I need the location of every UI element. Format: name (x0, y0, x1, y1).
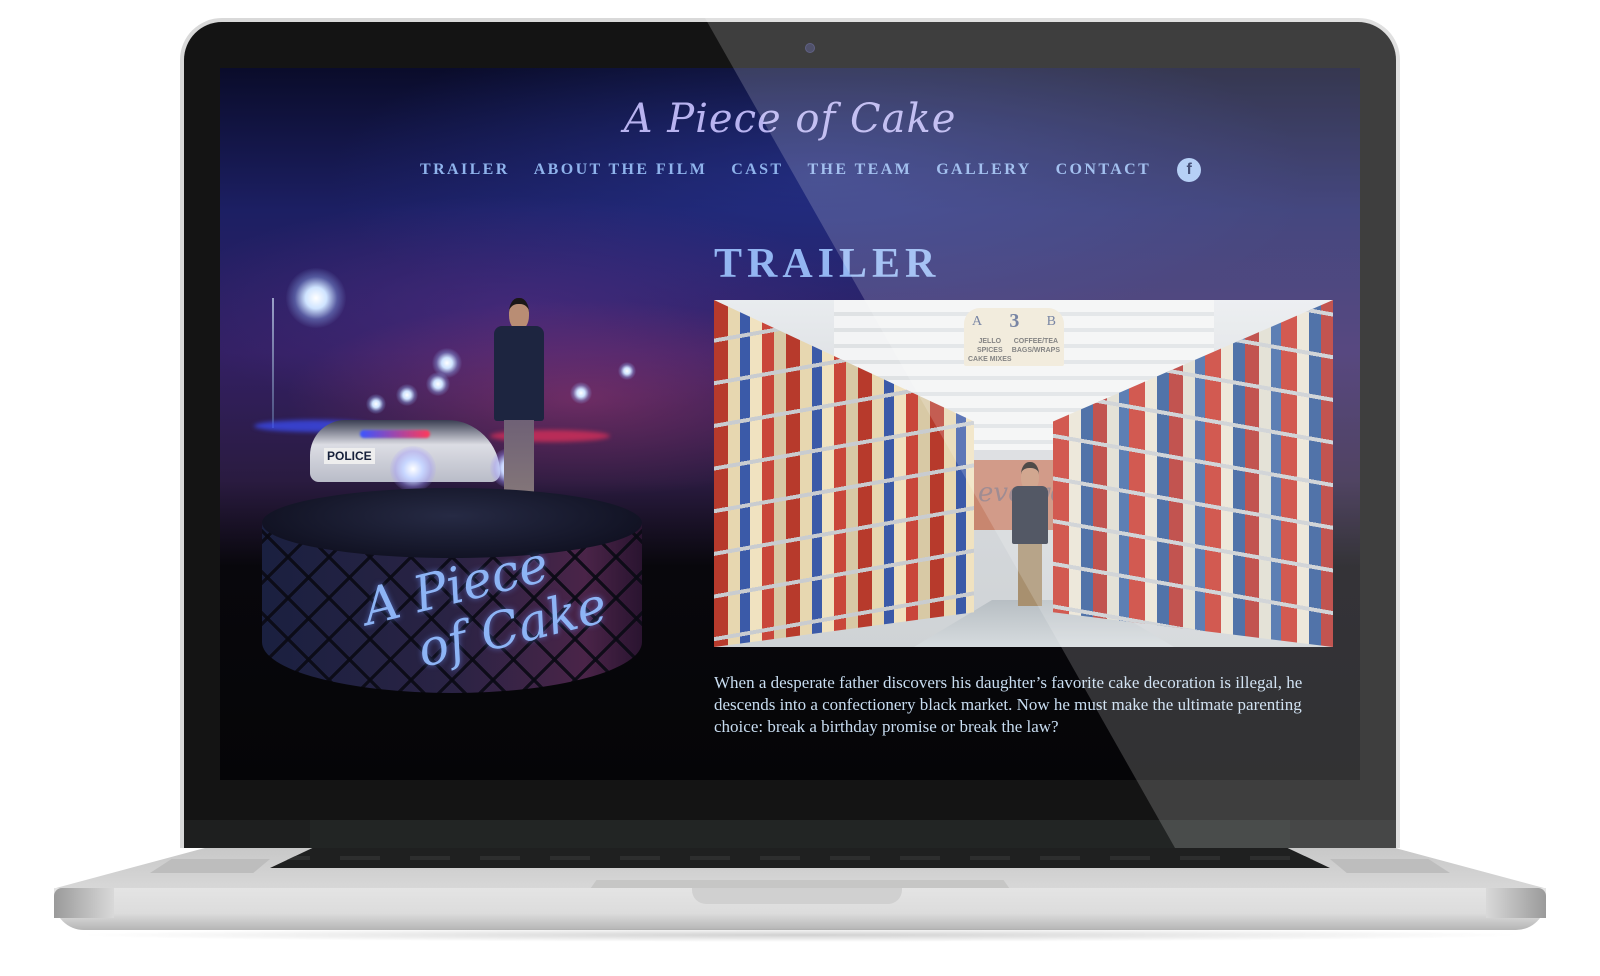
section-heading: TRAILER (714, 241, 941, 287)
site-logo[interactable]: A Piece of Cake (220, 96, 1360, 142)
nav-cast[interactable]: CAST (731, 161, 783, 179)
headlight-glow (390, 446, 436, 492)
aisle-sign: A 3 B JELLO SPICES CAKE MIXES COFFEE/TEA… (964, 308, 1064, 366)
main-nav: TRAILER ABOUT THE FILM CAST THE TEAM GAL… (420, 158, 1202, 182)
facebook-icon[interactable]: f (1177, 158, 1202, 182)
nav-about-the-film[interactable]: ABOUT THE FILM (534, 161, 707, 179)
street-light-glow (618, 362, 636, 380)
video-actor (1012, 462, 1048, 612)
lid-notch (692, 888, 902, 904)
street-light-glow (286, 268, 346, 328)
street-lamp (272, 298, 274, 428)
street-light-glow (396, 384, 418, 406)
laptop-hinge (310, 820, 1290, 848)
poster-cake: A Piece of Cake (262, 488, 642, 728)
nav-trailer[interactable]: TRAILER (420, 161, 510, 179)
laptop-shadow (70, 928, 1530, 942)
nav-the-team[interactable]: THE TEAM (807, 161, 912, 179)
nav-gallery[interactable]: GALLERY (936, 161, 1031, 179)
street-light-glow (426, 372, 450, 396)
nav-contact[interactable]: CONTACT (1056, 161, 1152, 179)
trailer-video[interactable]: everyday A 3 B JELLO SPICES CAKE MIXES C… (714, 300, 1333, 647)
camera-icon (805, 43, 815, 53)
street-light-glow (570, 382, 592, 404)
website-screen: A Piece of Cake TRAILER ABOUT THE FILM C… (220, 68, 1360, 780)
film-synopsis: When a desperate father discovers his da… (714, 673, 1303, 736)
police-label: POLICE (324, 448, 375, 464)
street-light-glow (366, 394, 386, 414)
laptop-keyboard (270, 848, 1330, 868)
siren-light (360, 430, 430, 438)
poster-artwork: POLICE A Piece of Cake (240, 238, 710, 738)
